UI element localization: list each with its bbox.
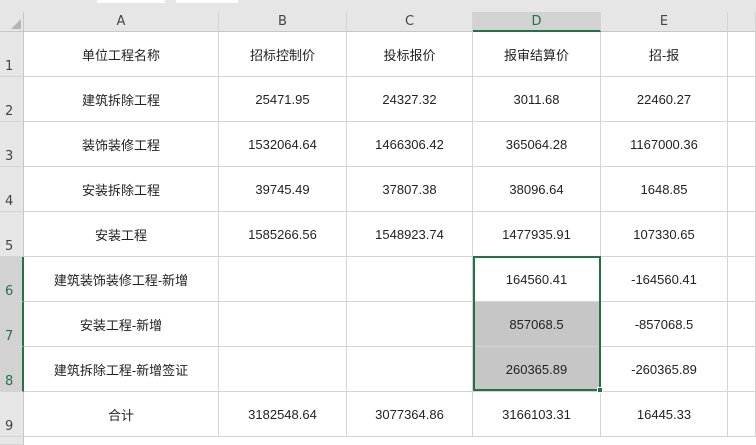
row-header-7[interactable]: 7	[0, 302, 24, 347]
row-header-5[interactable]: 5	[0, 212, 24, 257]
cell-d5[interactable]: 1477935.91	[473, 212, 601, 257]
column-header-b[interactable]: B	[219, 12, 347, 32]
cell-c7[interactable]	[347, 302, 473, 347]
cell-a8[interactable]: 建筑拆除工程-新增签证	[24, 347, 219, 392]
cell-d7[interactable]: 857068.5	[473, 302, 601, 347]
cell-c3[interactable]: 1466306.42	[347, 122, 473, 167]
row-header-9[interactable]: 9	[0, 392, 24, 437]
sheet-tab-edge	[176, 0, 238, 3]
cell-c5[interactable]: 1548923.74	[347, 212, 473, 257]
cell-c6[interactable]	[347, 257, 473, 302]
cell-d9[interactable]: 3166103.31	[473, 392, 601, 437]
cell-f6[interactable]	[728, 257, 756, 302]
row-number: 2	[5, 104, 14, 119]
cell-b5[interactable]: 1585266.56	[219, 212, 347, 257]
cell-f9[interactable]	[728, 392, 756, 437]
cell-d4[interactable]: 38096.64	[473, 167, 601, 212]
cell-b2[interactable]: 25471.95	[219, 77, 347, 122]
select-all-button[interactable]	[0, 12, 24, 32]
cell-a7[interactable]: 安装工程-新增	[24, 302, 219, 347]
cell-c9[interactable]: 3077364.86	[347, 392, 473, 437]
cell-a4[interactable]: 安装拆除工程	[24, 167, 219, 212]
cell-b3[interactable]: 1532064.64	[219, 122, 347, 167]
cell-d1[interactable]: 报审结算价	[473, 32, 601, 77]
cell-e5[interactable]: 107330.65	[601, 212, 728, 257]
row-number: 8	[5, 374, 14, 389]
cell-f4[interactable]	[728, 167, 756, 212]
row-header-6[interactable]: 6	[0, 257, 24, 302]
column-header-f[interactable]	[728, 12, 756, 32]
cell-d6[interactable]: 164560.41	[473, 257, 601, 302]
row-number: 6	[5, 284, 14, 299]
cell-f7[interactable]	[728, 302, 756, 347]
column-header-c[interactable]: C	[347, 12, 473, 32]
cell-b1[interactable]: 招标控制价	[219, 32, 347, 77]
cell-d2[interactable]: 3011.68	[473, 77, 601, 122]
row-number: 5	[5, 239, 14, 254]
row-header-8[interactable]: 8	[0, 347, 24, 392]
row-number: 1	[5, 59, 14, 74]
cell-a9[interactable]: 合计	[24, 392, 219, 437]
sheet-tab-edge	[97, 0, 165, 3]
cell-e8[interactable]: -260365.89	[601, 347, 728, 392]
cell-f8[interactable]	[728, 347, 756, 392]
cell-b8[interactable]	[219, 347, 347, 392]
cell-d3[interactable]: 365064.28	[473, 122, 601, 167]
cell-f5[interactable]	[728, 212, 756, 257]
row-header-2[interactable]: 2	[0, 77, 24, 122]
cell-b7[interactable]	[219, 302, 347, 347]
cell-d8[interactable]: 260365.89	[473, 347, 601, 392]
row-number: 3	[5, 149, 14, 164]
cell-c1[interactable]: 投标报价	[347, 32, 473, 77]
cell-a3[interactable]: 装饰装修工程	[24, 122, 219, 167]
cell-e9[interactable]: 16445.33	[601, 392, 728, 437]
cell-c4[interactable]: 37807.38	[347, 167, 473, 212]
cell-f2[interactable]	[728, 77, 756, 122]
cell-b6[interactable]	[219, 257, 347, 302]
cell-e7[interactable]: -857068.5	[601, 302, 728, 347]
row-header-10[interactable]	[0, 437, 24, 445]
row-header-3[interactable]: 3	[0, 122, 24, 167]
sheet-tab-strip	[0, 0, 756, 12]
cell-e6[interactable]: -164560.41	[601, 257, 728, 302]
cell-c2[interactable]: 24327.32	[347, 77, 473, 122]
cell-a5[interactable]: 安装工程	[24, 212, 219, 257]
cell-a6[interactable]: 建筑装饰装修工程-新增	[24, 257, 219, 302]
row-number: 4	[5, 194, 14, 209]
cell-f1[interactable]	[728, 32, 756, 77]
row-number: 9	[5, 419, 14, 434]
fill-handle[interactable]	[597, 387, 603, 393]
spreadsheet: ABCDE 1 2 3 4 5 6 7 8 9 单位工程名称 招标控制价 投标报价 报审结算价 招-报建…	[0, 0, 756, 445]
row-header-1[interactable]: 1	[0, 32, 24, 77]
row-header-4[interactable]: 4	[0, 167, 24, 212]
cell-e3[interactable]: 1167000.36	[601, 122, 728, 167]
cell-a1[interactable]: 单位工程名称	[24, 32, 219, 77]
column-header-d[interactable]: D	[473, 12, 601, 32]
cell-f3[interactable]	[728, 122, 756, 167]
select-all-triangle-icon	[11, 19, 21, 29]
cell-e2[interactable]: 22460.27	[601, 77, 728, 122]
cell-a2[interactable]: 建筑拆除工程	[24, 77, 219, 122]
cell-c8[interactable]	[347, 347, 473, 392]
row-number: 7	[5, 329, 14, 344]
column-header-a[interactable]: A	[24, 12, 219, 32]
cell-e4[interactable]: 1648.85	[601, 167, 728, 212]
cell-b9[interactable]: 3182548.64	[219, 392, 347, 437]
column-header-e[interactable]: E	[601, 12, 728, 32]
cell-e1[interactable]: 招-报	[601, 32, 728, 77]
cell-b4[interactable]: 39745.49	[219, 167, 347, 212]
